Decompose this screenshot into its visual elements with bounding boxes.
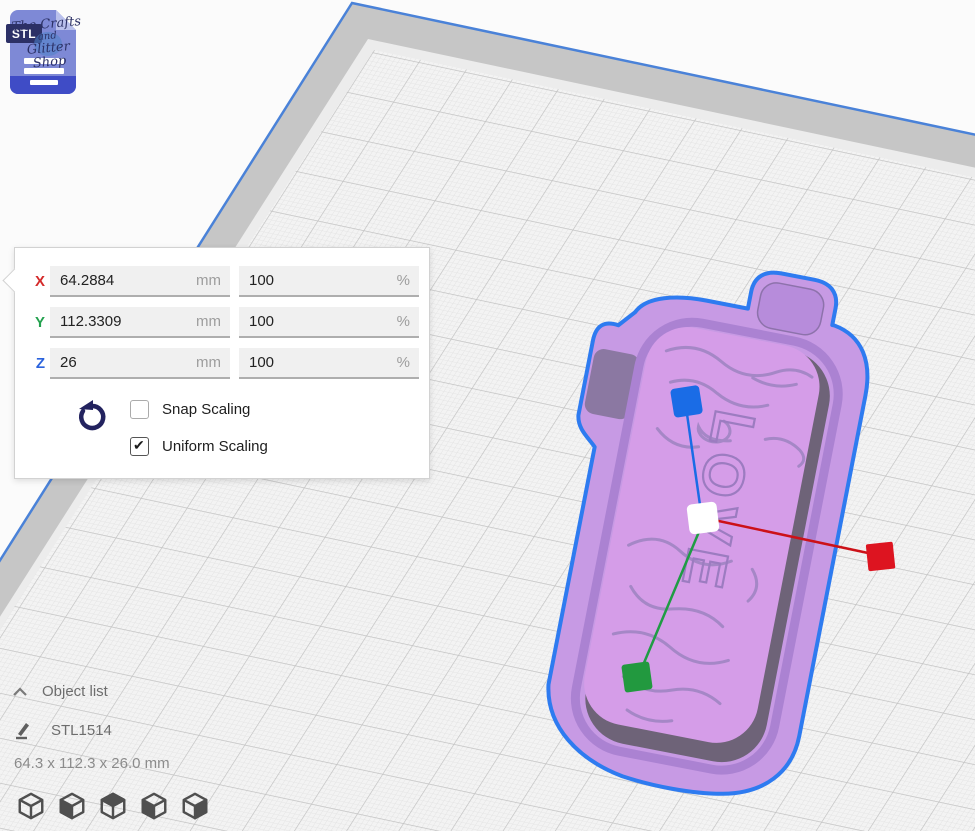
view-top-icon[interactable] <box>98 791 128 821</box>
stl-file-fold-icon <box>56 10 76 30</box>
uniform-scaling-checkbox[interactable] <box>130 437 149 456</box>
object-name: STL1514 <box>51 722 112 739</box>
object-list-header[interactable]: Object list <box>12 683 108 700</box>
scale-row-y: Y mm % <box>15 307 429 338</box>
center-scale-handle[interactable] <box>686 501 719 534</box>
snap-scaling-label: Snap Scaling <box>162 401 250 418</box>
y-percent-input[interactable] <box>239 307 419 336</box>
view-right-icon[interactable] <box>180 791 210 821</box>
scale-tool-panel: X mm % Y mm % Z mm % <box>14 247 430 479</box>
x-percent-input[interactable] <box>239 266 419 295</box>
object-list-title: Object list <box>42 683 108 700</box>
view-left-icon[interactable] <box>139 791 169 821</box>
z-size-input[interactable] <box>50 348 230 377</box>
reset-scale-button[interactable] <box>75 398 109 436</box>
x-axis-label: X <box>15 273 45 290</box>
y-size-input[interactable] <box>50 307 230 336</box>
z-scale-handle[interactable] <box>670 385 703 418</box>
x-scale-handle[interactable] <box>866 542 896 572</box>
snap-scaling-checkbox[interactable] <box>130 400 149 419</box>
view-3d-icon[interactable] <box>16 791 46 821</box>
object-list-item[interactable]: STL1514 <box>13 719 112 741</box>
z-axis-label: Z <box>15 355 45 372</box>
view-front-icon[interactable] <box>57 791 87 821</box>
z-percent-input[interactable] <box>239 348 419 377</box>
x-size-input[interactable] <box>50 266 230 295</box>
scale-row-x: X mm % <box>15 266 429 297</box>
object-dimensions: 64.3 x 112.3 x 26.0 mm <box>14 755 170 772</box>
y-axis-label: Y <box>15 314 45 331</box>
chevron-up-icon[interactable] <box>12 687 28 697</box>
scale-row-z: Z mm % <box>15 348 429 379</box>
shop-logo: STL The Crafts and Glitter Shop <box>8 6 88 98</box>
pencil-icon <box>13 719 35 741</box>
camera-view-toolbar <box>16 791 210 821</box>
y-scale-handle[interactable] <box>621 661 653 693</box>
uniform-scaling-label: Uniform Scaling <box>162 438 268 455</box>
